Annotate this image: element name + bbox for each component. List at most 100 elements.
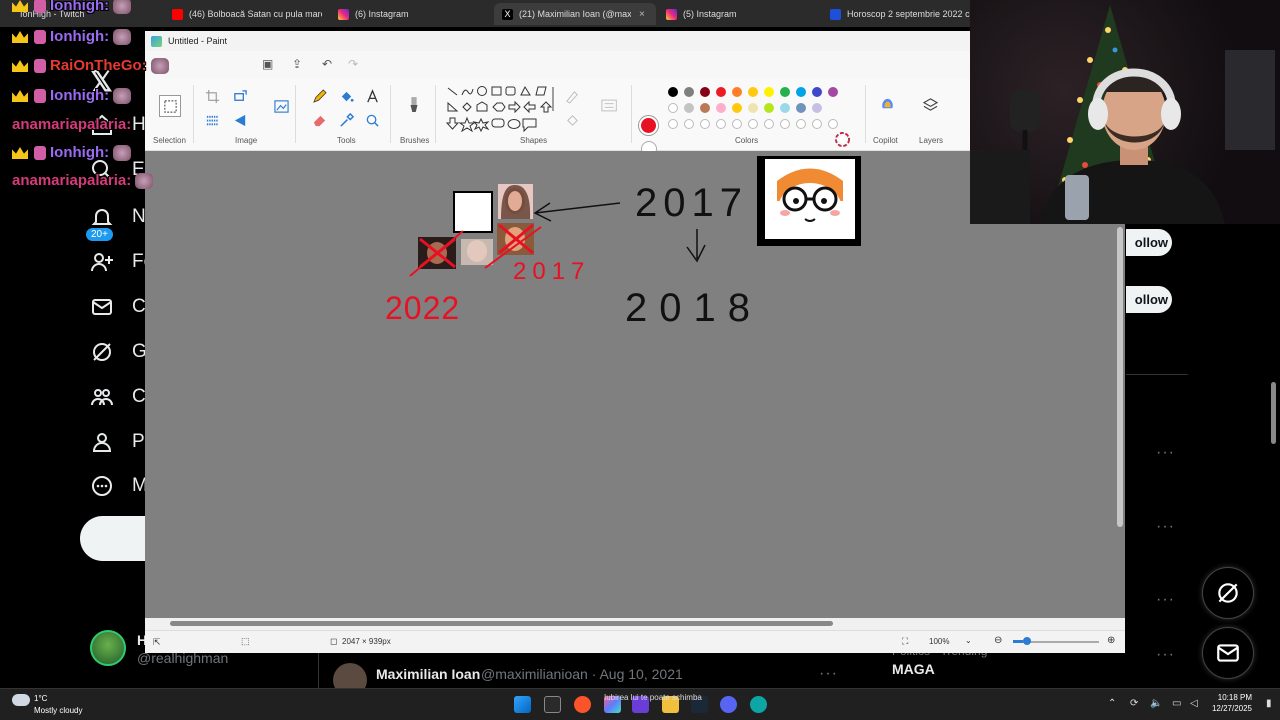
nav-grok[interactable]: G xyxy=(90,340,147,364)
color-picker-icon[interactable] xyxy=(337,111,355,129)
color-swatch[interactable] xyxy=(796,87,806,97)
fill-icon[interactable] xyxy=(563,111,581,129)
tweet-item[interactable]: Maximilian Ioan @maximilianioan · Aug 10… xyxy=(318,653,848,697)
color-swatch[interactable] xyxy=(716,87,726,97)
close-tab-icon[interactable]: × xyxy=(639,9,645,20)
grok-button[interactable] xyxy=(1202,567,1254,619)
layers-icon[interactable] xyxy=(921,95,939,113)
fill-bucket-icon[interactable] xyxy=(337,87,355,105)
trend-more-icon[interactable]: ··· xyxy=(1156,444,1175,462)
primary-color-swatch[interactable] xyxy=(639,116,658,135)
follow-button[interactable]: ollow xyxy=(1126,286,1172,313)
undo-icon[interactable]: ↶ xyxy=(322,57,332,71)
color-swatch[interactable] xyxy=(748,103,758,113)
zoom-slider-handle[interactable] xyxy=(1023,637,1031,645)
color-swatch[interactable] xyxy=(780,103,790,113)
chevron-up-icon[interactable]: ⌃ xyxy=(1108,698,1120,710)
empty-color-swatch[interactable] xyxy=(796,119,806,129)
nav-communities[interactable]: C xyxy=(90,385,146,409)
edit-colors-icon[interactable] xyxy=(832,129,852,149)
color-swatch[interactable] xyxy=(748,87,758,97)
clock-date[interactable]: 12/27/2025 xyxy=(1206,704,1252,713)
nav-messages[interactable]: C xyxy=(90,295,146,319)
color-swatch[interactable] xyxy=(764,103,774,113)
network-icon[interactable]: ⟳ xyxy=(1130,698,1142,710)
tweet-author-name[interactable]: Maximilian Ioan xyxy=(376,666,480,682)
redo-icon[interactable]: ↷ xyxy=(348,57,358,71)
select-all-icon[interactable] xyxy=(203,111,221,129)
color-swatch[interactable] xyxy=(796,103,806,113)
empty-color-swatch[interactable] xyxy=(684,119,694,129)
tab-x-active[interactable]: X (21) Maximilian Ioan (@maximili × xyxy=(494,3,656,25)
start-icon[interactable] xyxy=(514,696,531,713)
pencil-icon[interactable] xyxy=(310,87,328,105)
zoom-dropdown-icon[interactable]: ⌄ xyxy=(965,636,972,645)
copilot-icon[interactable] xyxy=(877,93,897,113)
messages-button[interactable] xyxy=(1202,627,1254,679)
browser-icon[interactable] xyxy=(750,696,767,713)
task-view-icon[interactable] xyxy=(544,696,561,713)
rotate-icon[interactable] xyxy=(231,111,249,129)
tab-instagram-1[interactable]: (6) Instagram xyxy=(338,3,488,25)
color-swatch[interactable] xyxy=(780,87,790,97)
color-swatch[interactable] xyxy=(764,87,774,97)
nav-notifications[interactable]: N xyxy=(90,205,146,229)
share-icon[interactable]: ⇪ xyxy=(292,57,302,71)
empty-color-swatch[interactable] xyxy=(828,119,838,129)
color-swatch[interactable] xyxy=(700,103,710,113)
tab-youtube[interactable]: (46) Bolboacă Satan cu pula mare - Y xyxy=(172,3,322,25)
clock-time[interactable]: 10:18 PM xyxy=(1212,693,1252,702)
volume-icon[interactable]: 🔈 xyxy=(1150,698,1162,710)
empty-color-swatch[interactable] xyxy=(748,119,758,129)
display-icon[interactable]: ▭ xyxy=(1172,698,1184,710)
empty-color-swatch[interactable] xyxy=(732,119,742,129)
empty-color-swatch[interactable] xyxy=(780,119,790,129)
fit-to-window-icon[interactable]: ⛶ xyxy=(902,636,908,647)
zoom-out-icon[interactable]: ⊖ xyxy=(994,635,1002,646)
brush-icon[interactable] xyxy=(404,93,424,117)
color-swatch[interactable] xyxy=(684,87,694,97)
color-swatch[interactable] xyxy=(828,87,838,97)
empty-color-swatch[interactable] xyxy=(700,119,710,129)
shape-size-icon[interactable] xyxy=(599,96,621,114)
tab-instagram-2[interactable]: (5) Instagram xyxy=(666,3,816,25)
account-switcher[interactable]: H @realhighman xyxy=(90,630,228,666)
trend-more-icon[interactable]: ··· xyxy=(1156,646,1175,664)
resize-icon[interactable] xyxy=(231,87,249,105)
magnifier-icon[interactable] xyxy=(363,111,381,129)
color-swatch[interactable] xyxy=(732,103,742,113)
color-swatch[interactable] xyxy=(732,87,742,97)
shapes-gallery[interactable] xyxy=(445,85,555,133)
tweet-more-icon[interactable]: ··· xyxy=(819,665,838,683)
nav-profile[interactable]: P xyxy=(90,430,145,454)
color-swatch[interactable] xyxy=(812,103,822,113)
paint-title-bar[interactable]: Untitled - Paint xyxy=(145,31,970,51)
tab-horoscop[interactable]: Horoscop 2 septembrie 2022 cu Ne xyxy=(830,3,975,25)
trend-more-icon[interactable]: ··· xyxy=(1156,591,1175,609)
color-swatch[interactable] xyxy=(684,103,694,113)
page-scrollbar[interactable] xyxy=(1271,382,1276,444)
outline-icon[interactable] xyxy=(563,87,581,105)
brave-icon[interactable] xyxy=(574,696,591,713)
trend-more-icon[interactable]: ··· xyxy=(1156,518,1175,536)
color-swatch[interactable] xyxy=(716,103,726,113)
color-swatch[interactable] xyxy=(668,87,678,97)
empty-color-swatch[interactable] xyxy=(668,119,678,129)
crop-icon[interactable] xyxy=(203,87,221,105)
image-icon[interactable] xyxy=(272,97,290,115)
empty-color-swatch[interactable] xyxy=(716,119,726,129)
zoom-level[interactable]: 100% xyxy=(929,637,949,646)
empty-color-swatch[interactable] xyxy=(764,119,774,129)
eraser-icon[interactable] xyxy=(310,111,328,129)
color-swatch[interactable] xyxy=(668,103,678,113)
save-icon[interactable]: ▣ xyxy=(262,57,273,71)
text-tool-icon[interactable] xyxy=(363,87,381,105)
speaker-icon[interactable]: ◁ xyxy=(1190,698,1202,710)
notification-icon[interactable]: ▮ xyxy=(1266,698,1278,710)
follow-button[interactable]: ollow xyxy=(1126,229,1172,256)
color-swatch[interactable] xyxy=(700,87,710,97)
post-button[interactable] xyxy=(80,516,150,561)
empty-color-swatch[interactable] xyxy=(812,119,822,129)
zoom-in-icon[interactable]: ⊕ xyxy=(1107,635,1115,646)
weather-widget[interactable]: 1°C Mostly cloudy xyxy=(12,694,82,715)
